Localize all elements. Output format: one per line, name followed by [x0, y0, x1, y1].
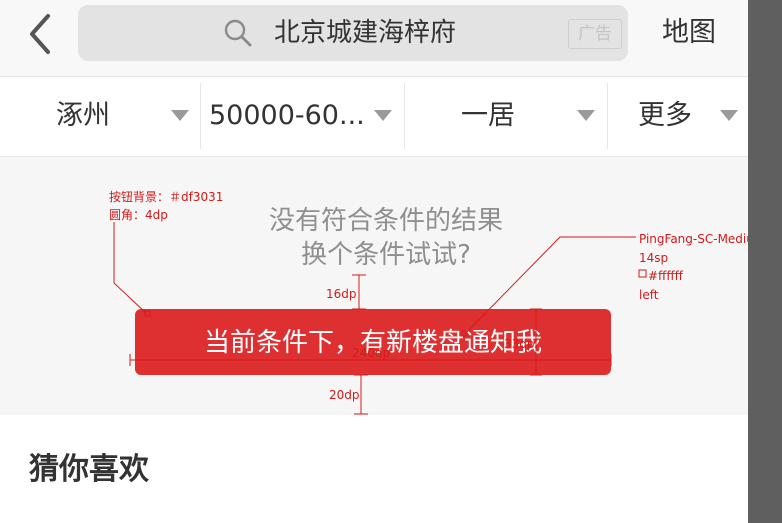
- annotation-font-size: 14sp: [639, 251, 669, 265]
- filter-price-label: 50000-60...: [209, 100, 365, 131]
- filter-region[interactable]: 涿州: [0, 77, 200, 156]
- dimension-height: 33dp: [504, 337, 535, 351]
- filter-price[interactable]: 50000-60...: [201, 77, 404, 156]
- annotation-font-name: PingFang-SC-Medium: [639, 232, 748, 246]
- recommend-title: 猜你喜欢: [29, 452, 149, 487]
- filter-region-label: 涿州: [56, 100, 110, 131]
- filter-rooms-label: 一居: [461, 100, 515, 131]
- caret-down-icon: [374, 110, 392, 121]
- caret-down-icon: [577, 110, 595, 121]
- annotation-corner: 圆角：4dp: [109, 208, 168, 222]
- ad-badge: 广告: [568, 19, 622, 49]
- dimension-gap-bottom: 20dp: [329, 388, 360, 402]
- filter-bar: 涿州 50000-60... 一居 更多: [0, 77, 748, 157]
- recommend-section: 猜你喜欢: [0, 415, 748, 523]
- dimension-width: 240dp: [352, 346, 391, 360]
- annotation-font-color: #ffffff: [648, 269, 683, 283]
- notify-me-button[interactable]: 当前条件下，有新楼盘通知我: [135, 309, 611, 375]
- map-button[interactable]: 地图: [662, 14, 716, 52]
- back-button[interactable]: [24, 12, 60, 56]
- search-icon: [224, 19, 252, 47]
- dimension-gap-top: 16dp: [326, 287, 357, 301]
- filter-more[interactable]: 更多: [608, 77, 748, 156]
- annotation-font-align: left: [639, 288, 659, 302]
- filter-more-label: 更多: [638, 100, 692, 131]
- chevron-left-icon: [30, 14, 50, 54]
- annotation-button-bg: 按钮背景：＃df3031: [109, 190, 224, 204]
- filter-rooms[interactable]: 一居: [405, 77, 607, 156]
- caret-down-icon: [171, 110, 189, 121]
- empty-state-subtitle: 换个条件试试?: [301, 240, 471, 270]
- app-screen: 北京城建海梓府 广告 地图 涿州 50000-60... 一居 更多 没有符合条…: [0, 0, 748, 523]
- search-header: 北京城建海梓府 广告 地图: [0, 0, 748, 77]
- side-scroll-rail[interactable]: [748, 0, 782, 523]
- search-query: 北京城建海梓府: [274, 18, 457, 48]
- search-input[interactable]: 北京城建海梓府 广告: [78, 5, 628, 61]
- caret-down-icon: [720, 110, 738, 121]
